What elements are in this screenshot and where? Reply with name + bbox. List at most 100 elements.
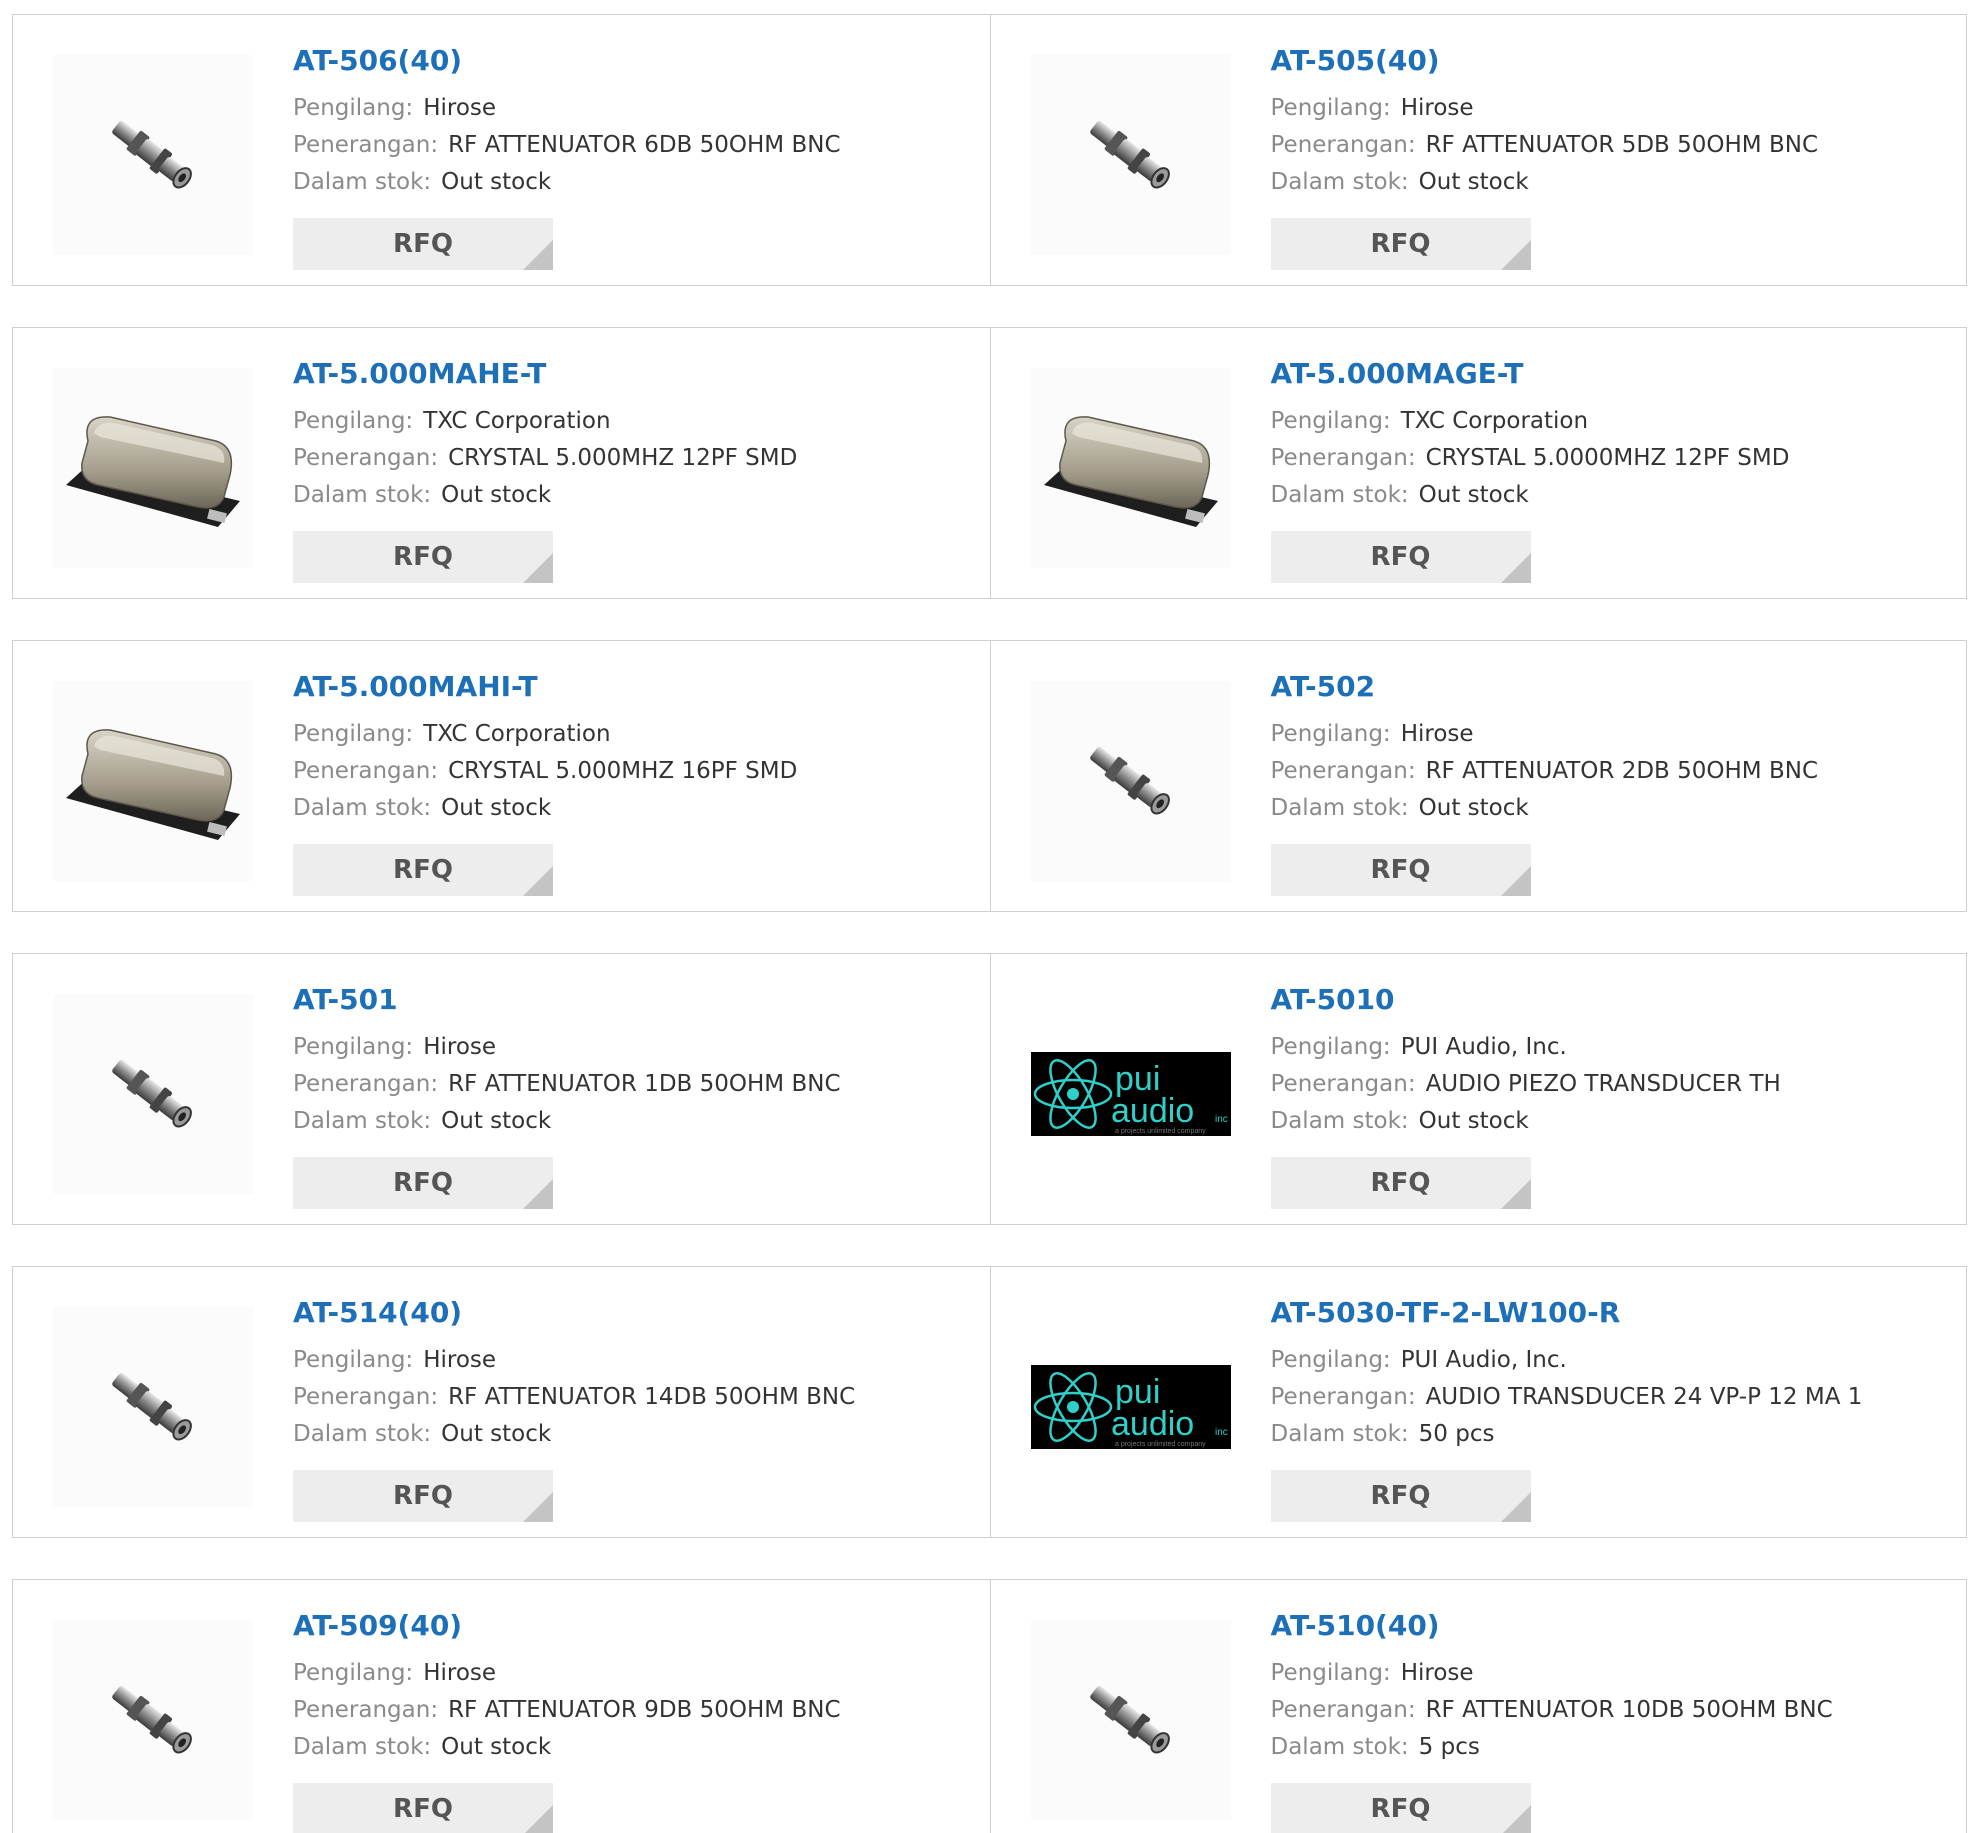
stock-row: Dalam stok: Out stock bbox=[1271, 164, 1957, 201]
stock-row: Dalam stok: Out stock bbox=[1271, 477, 1957, 514]
stock-row: Dalam stok: Out stock bbox=[293, 477, 980, 514]
product-info: AT-5.000MAGE-T Pengilang: TXC Corporation… bbox=[1270, 356, 1957, 583]
manufacturer-row: Pengilang: Hirose bbox=[293, 90, 980, 127]
description-value: RF ATTENUATOR 14DB 50OHM BNC bbox=[448, 1384, 856, 1410]
stock-value: Out stock bbox=[1418, 1108, 1529, 1134]
description-value: RF ATTENUATOR 2DB 50OHM BNC bbox=[1425, 758, 1819, 784]
manufacturer-value: PUI Audio, Inc. bbox=[1400, 1034, 1567, 1060]
stock-value: Out stock bbox=[1418, 169, 1529, 195]
stock-label: Dalam stok: bbox=[1270, 1108, 1409, 1134]
part-number-link[interactable]: AT-501 bbox=[293, 982, 980, 1018]
description-row: Penerangan: RF ATTENUATOR 2DB 50OHM BNC bbox=[1271, 753, 1957, 790]
part-number-link[interactable]: AT-509(40) bbox=[293, 1608, 980, 1644]
crystal-smd-icon bbox=[66, 729, 240, 840]
stock-label: Dalam stok: bbox=[293, 1108, 432, 1134]
part-number-link[interactable]: AT-5030-TF-2-LW100-R bbox=[1271, 1295, 1957, 1331]
part-number-link[interactable]: AT-502 bbox=[1271, 669, 1957, 705]
manufacturer-label: Pengilang: bbox=[1270, 1347, 1391, 1373]
rfq-button[interactable]: RFQ bbox=[1270, 218, 1531, 270]
description-label: Penerangan: bbox=[293, 132, 439, 158]
part-number-link[interactable]: AT-5010 bbox=[1271, 982, 1957, 1018]
rfq-button[interactable]: RFQ bbox=[1270, 1783, 1531, 1833]
part-number-link[interactable]: AT-510(40) bbox=[1271, 1608, 1957, 1644]
product-row: AT-501 Pengilang: Hirose Penerangan: RF AT… bbox=[12, 953, 1967, 1225]
product-card: AT-509(40) Pengilang: Hirose Penerangan: R… bbox=[13, 1580, 990, 1833]
product-image[interactable] bbox=[53, 55, 253, 255]
rfq-label: RFQ bbox=[393, 1168, 453, 1198]
manufacturer-value: Hirose bbox=[423, 1034, 497, 1060]
svg-text:a projects unlimited company: a projects unlimited company bbox=[1115, 1128, 1206, 1135]
manufacturer-row: Pengilang: Hirose bbox=[1271, 1655, 1957, 1692]
corner-triangle-icon bbox=[1500, 240, 1531, 270]
description-row: Penerangan: CRYSTAL 5.000MHZ 16PF SMD bbox=[293, 753, 980, 790]
svg-text:a projects unlimited company: a projects unlimited company bbox=[1115, 1441, 1206, 1448]
manufacturer-label: Pengilang: bbox=[1270, 408, 1391, 434]
description-row: Penerangan: CRYSTAL 5.0000MHZ 12PF SMD bbox=[1271, 440, 1957, 477]
stock-label: Dalam stok: bbox=[293, 482, 432, 508]
rfq-button[interactable]: RFQ bbox=[293, 1157, 553, 1209]
rfq-button[interactable]: RFQ bbox=[293, 218, 553, 270]
corner-triangle-icon bbox=[523, 1179, 553, 1209]
product-image[interactable] bbox=[1030, 368, 1231, 568]
product-image[interactable] bbox=[53, 368, 253, 568]
part-number-link[interactable]: AT-5.000MAGE-T bbox=[1271, 356, 1957, 392]
stock-row: Dalam stok: Out stock bbox=[1271, 790, 1957, 827]
stock-value: Out stock bbox=[1418, 482, 1529, 508]
bnc-attenuator-icon bbox=[112, 1372, 192, 1441]
description-row: Penerangan: CRYSTAL 5.000MHZ 12PF SMD bbox=[293, 440, 980, 477]
manufacturer-row: Pengilang: TXC Corporation bbox=[293, 716, 980, 753]
description-label: Penerangan: bbox=[293, 1697, 439, 1723]
product-card: AT-506(40) Pengilang: Hirose Penerangan: R… bbox=[13, 15, 990, 285]
bnc-attenuator-icon bbox=[1089, 120, 1170, 189]
manufacturer-value: Hirose bbox=[1400, 95, 1474, 121]
product-card: AT-501 Pengilang: Hirose Penerangan: RF AT… bbox=[13, 954, 990, 1224]
stock-row: Dalam stok: Out stock bbox=[293, 1103, 980, 1140]
stock-value: Out stock bbox=[1418, 795, 1529, 821]
bnc-attenuator-icon bbox=[112, 1685, 192, 1754]
stock-row: Dalam stok: Out stock bbox=[293, 164, 980, 201]
stock-label: Dalam stok: bbox=[1270, 1421, 1409, 1447]
product-image[interactable]: pui audio inc a projects unlimited company bbox=[1030, 994, 1231, 1194]
stock-label: Dalam stok: bbox=[293, 1734, 432, 1760]
manufacturer-label: Pengilang: bbox=[1270, 1660, 1391, 1686]
product-image[interactable] bbox=[1030, 55, 1231, 255]
product-image[interactable] bbox=[53, 1620, 253, 1820]
product-image[interactable] bbox=[1030, 1620, 1231, 1820]
part-number-link[interactable]: AT-514(40) bbox=[293, 1295, 980, 1331]
part-number-link[interactable]: AT-5.000MAHI-T bbox=[293, 669, 980, 705]
part-number-link[interactable]: AT-506(40) bbox=[293, 43, 980, 79]
rfq-button[interactable]: RFQ bbox=[1270, 1470, 1531, 1522]
crystal-smd-icon bbox=[66, 416, 240, 527]
description-label: Penerangan: bbox=[1270, 1384, 1416, 1410]
description-value: RF ATTENUATOR 5DB 50OHM BNC bbox=[1425, 132, 1819, 158]
manufacturer-row: Pengilang: Hirose bbox=[1271, 90, 1957, 127]
stock-value: Out stock bbox=[441, 169, 552, 195]
rfq-button[interactable]: RFQ bbox=[1270, 531, 1531, 583]
manufacturer-label: Pengilang: bbox=[1270, 95, 1391, 121]
product-image[interactable] bbox=[53, 681, 253, 881]
manufacturer-value: Hirose bbox=[423, 1347, 497, 1373]
rfq-label: RFQ bbox=[393, 542, 453, 572]
manufacturer-value: Hirose bbox=[423, 95, 497, 121]
description-row: Penerangan: AUDIO TRANSDUCER 24 VP-P 12 M… bbox=[1271, 1379, 1957, 1416]
description-value: AUDIO TRANSDUCER 24 VP-P 12 MA 1 bbox=[1425, 1384, 1863, 1410]
corner-triangle-icon bbox=[523, 1805, 553, 1833]
rfq-button[interactable]: RFQ bbox=[293, 844, 553, 896]
rfq-button[interactable]: RFQ bbox=[293, 1470, 553, 1522]
part-number-link[interactable]: AT-505(40) bbox=[1271, 43, 1957, 79]
rfq-button[interactable]: RFQ bbox=[1270, 844, 1531, 896]
description-value: CRYSTAL 5.000MHZ 12PF SMD bbox=[448, 445, 798, 471]
product-image[interactable] bbox=[1030, 681, 1231, 881]
product-image[interactable] bbox=[53, 994, 253, 1194]
svg-text:audio: audio bbox=[1111, 1405, 1194, 1443]
rfq-button[interactable]: RFQ bbox=[293, 531, 553, 583]
part-number-link[interactable]: AT-5.000MAHE-T bbox=[293, 356, 980, 392]
product-image[interactable] bbox=[53, 1307, 253, 1507]
product-image[interactable]: pui audio inc a projects unlimited company bbox=[1030, 1307, 1231, 1507]
manufacturer-row: Pengilang: TXC Corporation bbox=[293, 403, 980, 440]
description-row: Penerangan: RF ATTENUATOR 14DB 50OHM BNC bbox=[293, 1379, 980, 1416]
svg-text:inc: inc bbox=[1215, 1114, 1228, 1125]
rfq-button[interactable]: RFQ bbox=[293, 1783, 553, 1833]
rfq-button[interactable]: RFQ bbox=[1270, 1157, 1531, 1209]
crystal-smd-icon bbox=[1043, 416, 1218, 527]
